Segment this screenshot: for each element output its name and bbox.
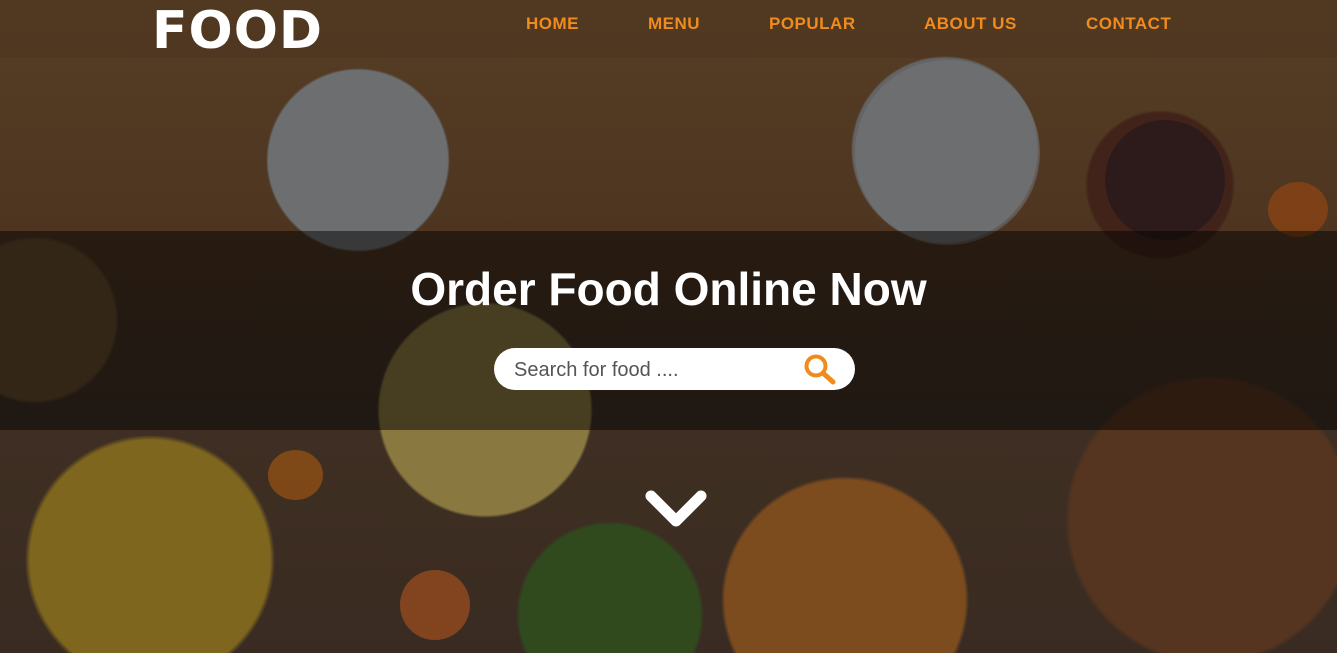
hero-page: FOOD HOME MENU POPULAR ABOUT US CONTACT … <box>0 0 1337 653</box>
hero-dark-band <box>0 231 1337 430</box>
hero-headline: Order Food Online Now <box>410 263 927 315</box>
main-nav: HOME MENU POPULAR ABOUT US CONTACT <box>0 14 1337 38</box>
nav-menu[interactable]: MENU <box>648 14 700 34</box>
search-icon[interactable] <box>803 353 837 385</box>
top-navigation-bar: FOOD HOME MENU POPULAR ABOUT US CONTACT <box>0 0 1337 58</box>
search-input[interactable] <box>512 354 786 386</box>
nav-contact[interactable]: CONTACT <box>1086 14 1171 34</box>
nav-home[interactable]: HOME <box>526 14 579 34</box>
chevron-down-icon[interactable] <box>643 488 709 532</box>
nav-about-us[interactable]: ABOUT US <box>924 14 1017 34</box>
nav-popular[interactable]: POPULAR <box>769 14 856 34</box>
search-bar <box>494 348 855 390</box>
